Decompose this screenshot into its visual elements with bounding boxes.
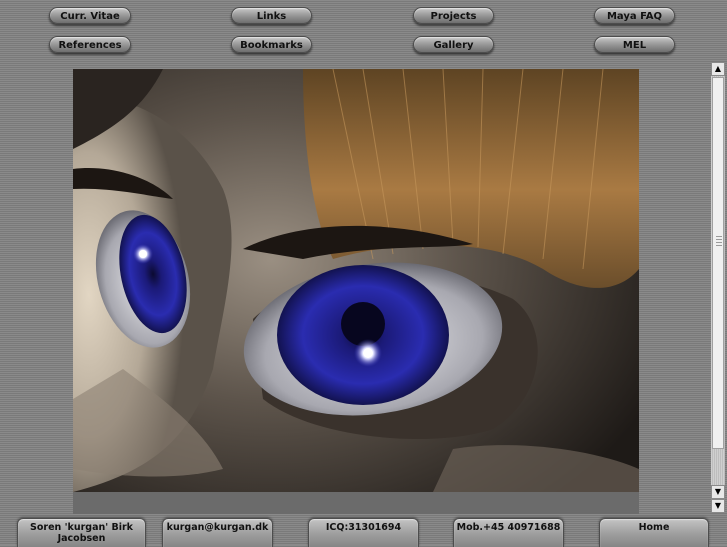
grip-line	[716, 239, 722, 240]
nav-maya-faq-button[interactable]: Maya FAQ	[594, 7, 675, 24]
footer-name-tab[interactable]: Soren 'kurgan' Birk Jacobsen	[17, 518, 146, 547]
nav-bookmarks-button[interactable]: Bookmarks	[231, 36, 312, 53]
scroll-up-icon[interactable]: ▲	[711, 62, 725, 76]
nav-references-button[interactable]: References	[49, 36, 131, 53]
footer-bar: Soren 'kurgan' Birk Jacobsen kurgan@kurg…	[0, 514, 727, 547]
nav-projects-button[interactable]: Projects	[413, 7, 494, 24]
gallery-image	[73, 69, 639, 492]
character-face-render	[73, 69, 639, 492]
footer-icq-tab[interactable]: ICQ:31301694	[308, 518, 419, 547]
grip-line	[716, 236, 722, 237]
footer-email-tab[interactable]: kurgan@kurgan.dk	[162, 518, 273, 547]
footer-mobile-tab[interactable]: Mob.+45 40971688	[453, 518, 564, 547]
nav-curr-vitae-button[interactable]: Curr. Vitae	[49, 7, 131, 24]
vertical-scrollbar[interactable]: ▲ ▼ ▼	[711, 62, 725, 513]
scroll-down-icon[interactable]: ▼	[711, 485, 725, 499]
footer-home-tab[interactable]: Home	[599, 518, 709, 547]
scroll-thumb[interactable]	[712, 77, 724, 449]
grip-line	[716, 245, 722, 246]
nav-links-button[interactable]: Links	[231, 7, 312, 24]
content-bottom-frame	[73, 492, 639, 514]
scroll-down-icon-2[interactable]: ▼	[711, 499, 725, 513]
grip-line	[716, 242, 722, 243]
nav-mel-button[interactable]: MEL	[594, 36, 675, 53]
nav-gallery-button[interactable]: Gallery	[413, 36, 494, 53]
top-navigation: Curr. Vitae Links Projects Maya FAQ Refe…	[0, 0, 727, 62]
